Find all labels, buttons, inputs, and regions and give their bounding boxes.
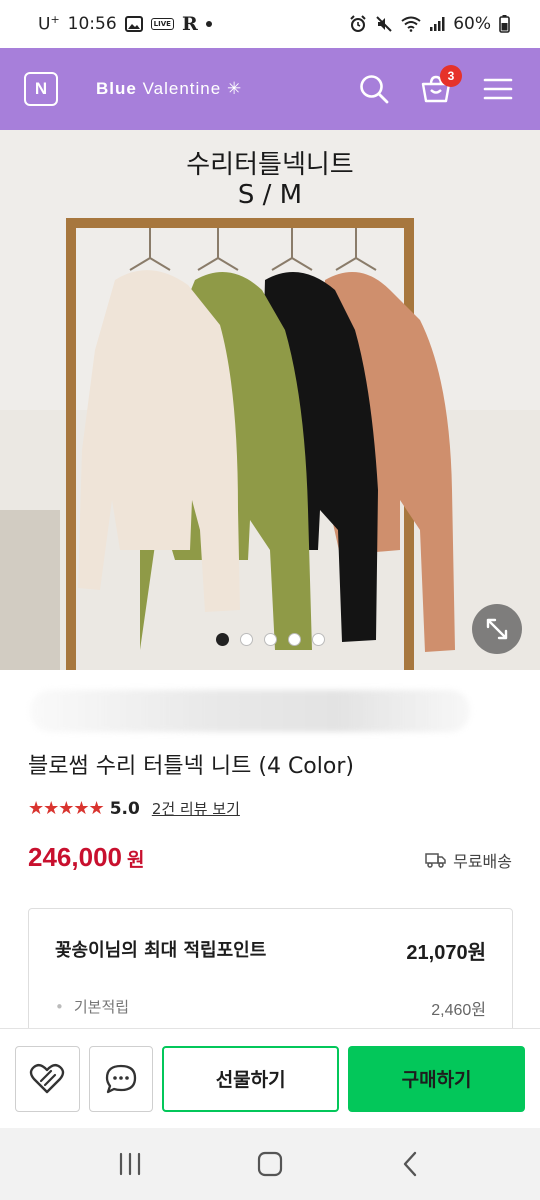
recent-apps-icon <box>119 1152 141 1176</box>
wishlist-button[interactable] <box>15 1045 80 1112</box>
battery-percent: 60% <box>453 14 491 34</box>
buy-button[interactable]: 구매하기 <box>348 1045 526 1112</box>
gallery-icon <box>124 16 143 32</box>
carousel-dot[interactable] <box>287 633 301 646</box>
carrier-text: U <box>38 14 51 35</box>
carousel-dot[interactable] <box>311 633 325 646</box>
points-box: 꽃송이님의 최대 적립포인트 21,070원 기본적립 2,460원 <box>28 908 513 1048</box>
price-unit: 원 <box>126 849 145 871</box>
store-brand-link[interactable]: Blue Valentine ✳ <box>96 79 242 99</box>
points-base-label: 기본적립 <box>55 996 129 1017</box>
cart-count-badge: 3 <box>440 65 462 87</box>
system-nav-bar <box>0 1128 540 1200</box>
home-button[interactable] <box>240 1134 300 1194</box>
carousel-dot[interactable] <box>215 633 229 646</box>
gift-button[interactable]: 선물하기 <box>162 1045 340 1112</box>
live-badge: LIVE <box>150 18 174 30</box>
search-icon <box>360 75 389 104</box>
app-header: N Blue Valentine ✳ 3 <box>0 48 540 130</box>
chat-bubble-icon <box>105 1064 137 1093</box>
heart-icon <box>30 1063 65 1093</box>
points-value: 21,070원 <box>406 942 486 964</box>
status-left: U+ 10:56 LIVE R <box>38 13 212 35</box>
points-title: 꽃송이님의 최대 적립포인트 <box>55 940 267 961</box>
shipping-info: 무료배송 <box>425 848 512 872</box>
image-title-line1: 수리터틀넥니트 <box>186 150 354 180</box>
rating-row: ★★★★★ 5.0 2건 리뷰 보기 <box>28 798 240 819</box>
battery-icon <box>499 15 510 33</box>
alarm-icon <box>349 15 367 33</box>
status-bar: U+ 10:56 LIVE R 60% <box>0 0 540 48</box>
status-right: 60% <box>349 14 510 34</box>
menu-icon <box>483 78 513 100</box>
product-photo <box>0 130 540 670</box>
naver-logo-button[interactable]: N <box>24 72 58 106</box>
app-r-icon: R <box>181 13 198 35</box>
rating-value: 5.0 <box>109 798 140 819</box>
carrier-label: U+ <box>38 13 60 35</box>
truck-icon <box>425 853 446 868</box>
brand-bold-text: Blue <box>96 79 137 98</box>
points-base-value: 2,460원 <box>431 1002 486 1019</box>
header-actions: 3 <box>356 65 516 107</box>
cart-button[interactable]: 3 <box>418 65 462 107</box>
back-button[interactable] <box>380 1134 440 1194</box>
wifi-icon <box>401 16 421 32</box>
carousel-dot[interactable] <box>239 633 253 646</box>
carrier-sup: + <box>50 13 60 27</box>
mute-icon <box>375 15 393 33</box>
redacted-store-line <box>30 690 470 732</box>
recent-apps-button[interactable] <box>100 1134 160 1194</box>
product-name: 블로썸 수리 터틀넥 니트 (4 Color) <box>28 754 354 779</box>
bottom-action-bar: 선물하기 구매하기 <box>0 1028 540 1128</box>
product-price: 246,000 <box>28 842 122 872</box>
review-link[interactable]: 2건 리뷰 보기 <box>152 798 240 819</box>
product-image-carousel[interactable]: 수리터틀넥니트 S / M <box>0 130 540 670</box>
brand-light-text: Valentine <box>142 79 222 98</box>
menu-button[interactable] <box>480 71 516 107</box>
talk-button[interactable] <box>88 1045 154 1112</box>
search-button[interactable] <box>356 71 392 107</box>
notification-dot-icon <box>205 21 212 27</box>
back-icon <box>403 1151 417 1177</box>
brand-mark-icon: ✳ <box>226 79 243 98</box>
shipping-label: 무료배송 <box>453 852 512 871</box>
carousel-dot[interactable] <box>263 633 277 646</box>
carousel-indicator <box>0 633 540 646</box>
status-time: 10:56 <box>67 14 117 34</box>
image-title-line2: S / M <box>237 180 303 210</box>
expand-image-button[interactable] <box>472 604 522 654</box>
signal-icon <box>429 16 445 32</box>
price-row: 246,000 원 <box>28 842 144 873</box>
home-icon <box>257 1151 283 1177</box>
rating-stars-icon: ★★★★★ <box>28 798 105 819</box>
